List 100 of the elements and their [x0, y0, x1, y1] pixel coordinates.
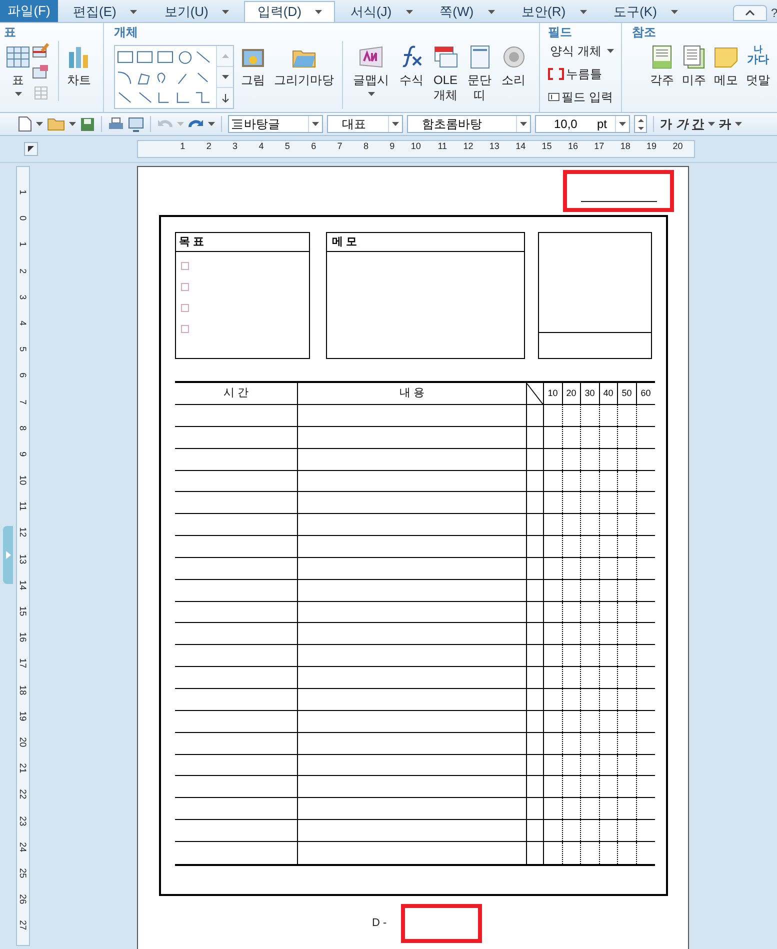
ruler-number: 18 [619, 141, 630, 151]
ruler-number: 25 [17, 866, 29, 879]
ruler-number: 17 [593, 141, 604, 151]
column-header: 50 [618, 383, 636, 404]
clipart-button[interactable]: 그리기마당 [272, 41, 336, 109]
column-header: 30 [581, 383, 600, 404]
clickhere-button[interactable]: 누름틀 [548, 64, 613, 84]
caret-icon [488, 10, 495, 14]
file-menu-tab[interactable]: 파일(F) [0, 0, 58, 22]
new-document-icon[interactable] [18, 116, 32, 132]
help-button[interactable]: ? [771, 4, 777, 22]
save-icon[interactable] [80, 116, 95, 132]
printer-icon[interactable] [108, 116, 124, 132]
ruler-number: 13 [17, 552, 29, 565]
scroll-down-button[interactable] [217, 66, 233, 88]
ole-button[interactable]: OLE 개체 [430, 41, 461, 109]
caret-icon [177, 122, 184, 126]
bracket-frame-icon [548, 67, 564, 81]
caret-icon [36, 122, 43, 126]
ruler-number: 8 [17, 424, 29, 432]
goal-checkbox[interactable] [181, 304, 189, 312]
caret-icon [368, 92, 374, 96]
ruler-number: 8 [362, 141, 368, 151]
ruler-number: 9 [388, 141, 395, 151]
picture-button[interactable]: 그림 [237, 41, 269, 109]
goal-checkbox[interactable] [181, 283, 189, 291]
menu-tab[interactable]: 입력(D) [244, 1, 336, 22]
ruler-number: 14 [17, 578, 29, 591]
ruler-toggle-button[interactable] [24, 142, 38, 156]
caret-icon [222, 75, 229, 79]
menu-tab[interactable]: 서식(J) [338, 1, 425, 22]
sidebar-toggle-tab[interactable] [3, 526, 13, 584]
ruler-number: 1 [179, 141, 186, 151]
ruler-number: 3 [232, 141, 238, 151]
formula-button[interactable]: 수식 [396, 41, 427, 109]
band-button[interactable]: 문단 띠 [464, 41, 495, 109]
triangle-up-icon [638, 118, 644, 122]
menu-tab[interactable]: 도구(K) [602, 1, 690, 22]
font-size-field[interactable]: 10,0 pt [535, 115, 630, 133]
ruler-number: 20 [672, 141, 683, 151]
ruler-number: 22 [17, 788, 29, 800]
group-title: 필드 [548, 24, 573, 41]
ruler-number: 13 [488, 141, 500, 151]
ruler-number: 7 [336, 141, 342, 151]
collapse-ribbon-button[interactable] [733, 5, 767, 21]
footnote-button[interactable]: 각주 [648, 41, 676, 88]
table-button[interactable]: 표 [4, 41, 32, 101]
caret-icon [208, 122, 215, 126]
triangle-up-icon [222, 54, 229, 58]
column-header: 60 [640, 386, 652, 400]
shape-gallery[interactable] [114, 45, 234, 109]
ruler-number: 2 [205, 141, 212, 151]
ruler-number: 23 [17, 814, 29, 827]
group-title: 개체 [114, 24, 139, 41]
ruler-number: 1 [17, 188, 29, 197]
chart-button[interactable]: 차트 [59, 41, 99, 101]
ruler-number: 19 [17, 710, 29, 722]
format-button[interactable]: 가 [719, 115, 731, 133]
endnote-button[interactable]: 미주 [680, 41, 708, 88]
language-select[interactable]: 대표 [327, 115, 403, 133]
menu-tab[interactable]: 편집(E) [61, 1, 150, 22]
monitor-icon[interactable] [128, 116, 144, 132]
goal-checkbox[interactable] [181, 262, 189, 270]
format-button[interactable]: 간 [692, 115, 704, 133]
ruler-number: 10 [17, 474, 29, 486]
format-button[interactable]: 가 [676, 115, 688, 133]
caret-icon [392, 122, 399, 126]
memo-button[interactable]: 메모 [712, 41, 740, 88]
ruby-button[interactable]: 나 가다 덧말 [744, 41, 772, 88]
goal-checkbox[interactable] [181, 325, 189, 333]
folder-icon[interactable] [47, 117, 65, 131]
caret-icon [619, 122, 626, 126]
ruler-number: 6 [17, 372, 29, 380]
column-header: 내 용 [298, 383, 527, 404]
field-button[interactable]: 필드 입력 [548, 87, 613, 107]
caret-icon [69, 122, 76, 126]
memo-title: 메 모 [327, 233, 524, 252]
goals-title: 목 표 [176, 233, 310, 252]
ruler-number: 15 [17, 605, 29, 618]
ruler-number: 5 [17, 346, 29, 354]
column-header: 20 [562, 383, 581, 404]
ruler-number: 5 [284, 141, 290, 151]
spin-button[interactable] [634, 115, 647, 133]
arrow-down-icon [222, 94, 229, 102]
paragraph-lines-icon [232, 119, 242, 129]
style-select[interactable]: 바탕글 [228, 115, 323, 133]
font-select[interactable]: 함초롬바탕 [407, 115, 531, 133]
ruler-number: 16 [566, 141, 578, 151]
menu-tab[interactable]: 쪽(W) [428, 1, 507, 22]
caret-icon [708, 122, 715, 126]
menu-tab[interactable]: 보안(R) [510, 1, 599, 22]
sound-button[interactable]: 소리 [498, 41, 529, 109]
column-header: 시 간 [175, 383, 298, 404]
ruler-number: 0 [17, 214, 29, 223]
window-icon [432, 44, 458, 70]
menu-tab[interactable]: 보기(U) [152, 1, 242, 22]
format-button[interactable]: 가 [660, 115, 672, 133]
form-button[interactable]: 양식 개체 [548, 41, 613, 61]
speaker-icon [500, 44, 526, 70]
wordart-button[interactable]: 글맵시 [349, 41, 393, 109]
